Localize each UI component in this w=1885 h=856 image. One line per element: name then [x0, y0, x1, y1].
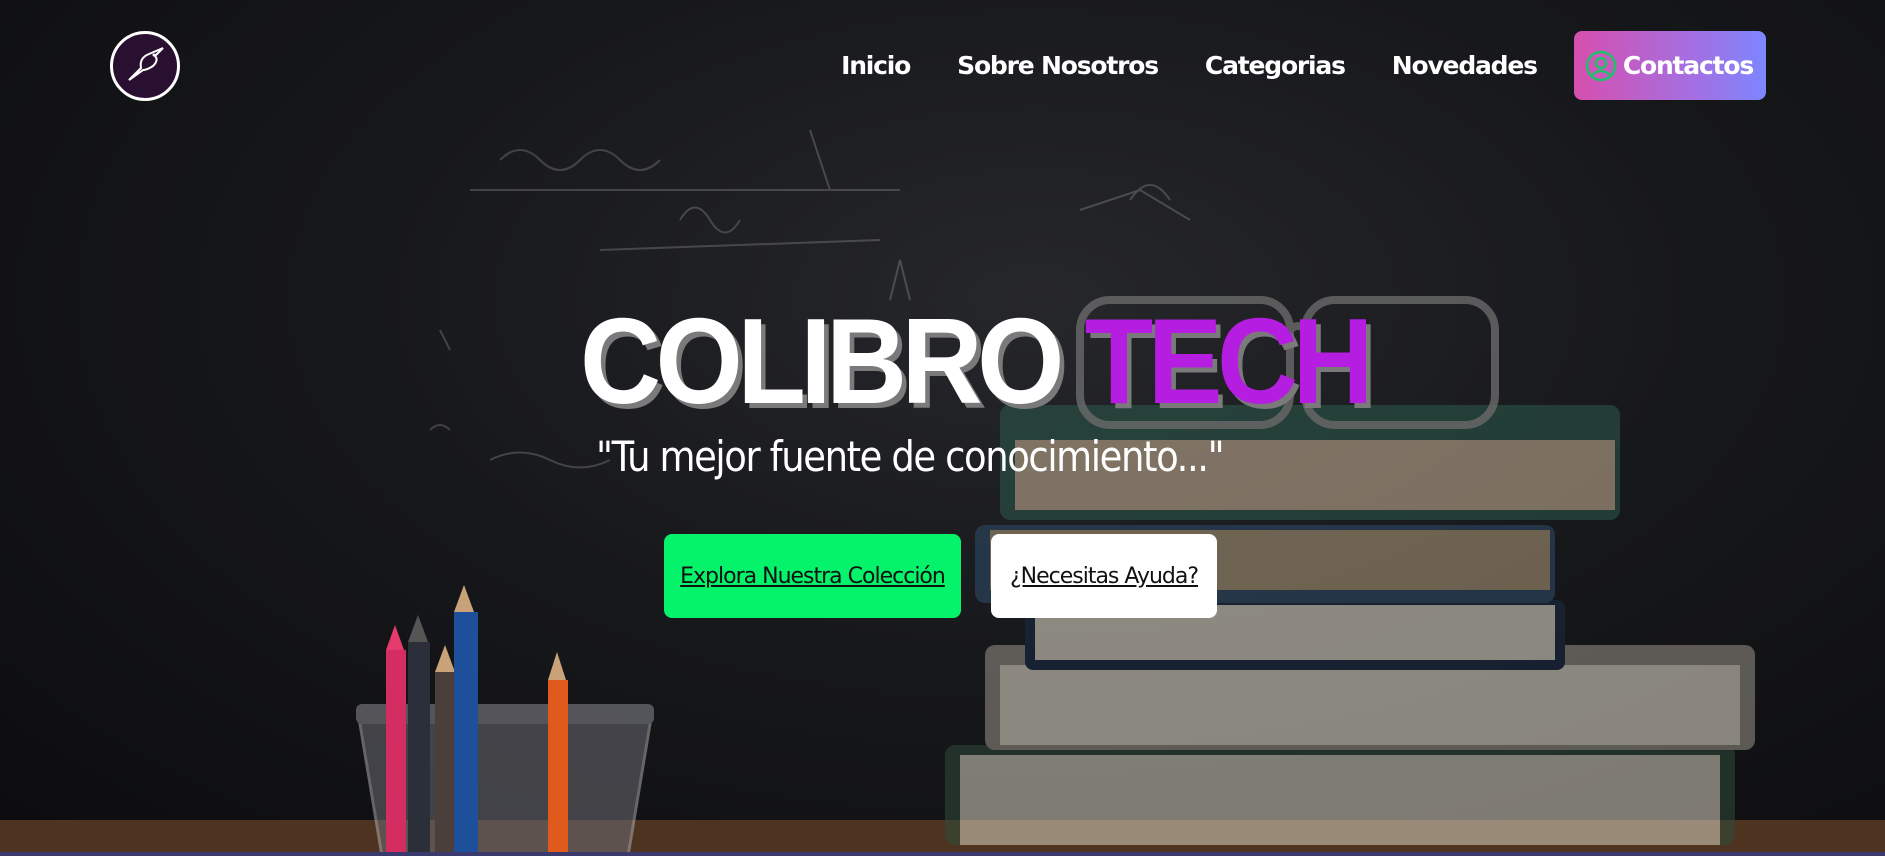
user-circle-icon	[1585, 50, 1617, 81]
hero-title-part2: TECH	[1084, 293, 1374, 429]
hero-title: COLIBRO TECH	[580, 300, 1374, 422]
contact-button[interactable]: Contactos	[1573, 31, 1766, 100]
nav-link-novedades[interactable]: Novedades	[1392, 51, 1538, 80]
hero-subtitle: "Tu mejor fuente de conocimiento..."	[596, 432, 1225, 481]
nav-link-inicio[interactable]: Inicio	[841, 51, 911, 80]
explore-collection-button[interactable]: Explora Nuestra Colección	[664, 534, 961, 618]
main-nav: Inicio Sobre Nosotros Categorias Novedad…	[841, 31, 1766, 100]
hero-section: Inicio Sobre Nosotros Categorias Novedad…	[0, 0, 1885, 856]
need-help-button[interactable]: ¿Necesitas Ayuda?	[991, 534, 1217, 618]
nav-link-sobre-nosotros[interactable]: Sobre Nosotros	[957, 51, 1159, 80]
nav-link-categorias[interactable]: Categorias	[1205, 51, 1346, 80]
hero-title-part1: COLIBRO	[580, 293, 1064, 429]
site-logo[interactable]	[110, 31, 180, 101]
hummingbird-icon	[128, 47, 164, 81]
contact-button-label: Contactos	[1622, 51, 1754, 80]
